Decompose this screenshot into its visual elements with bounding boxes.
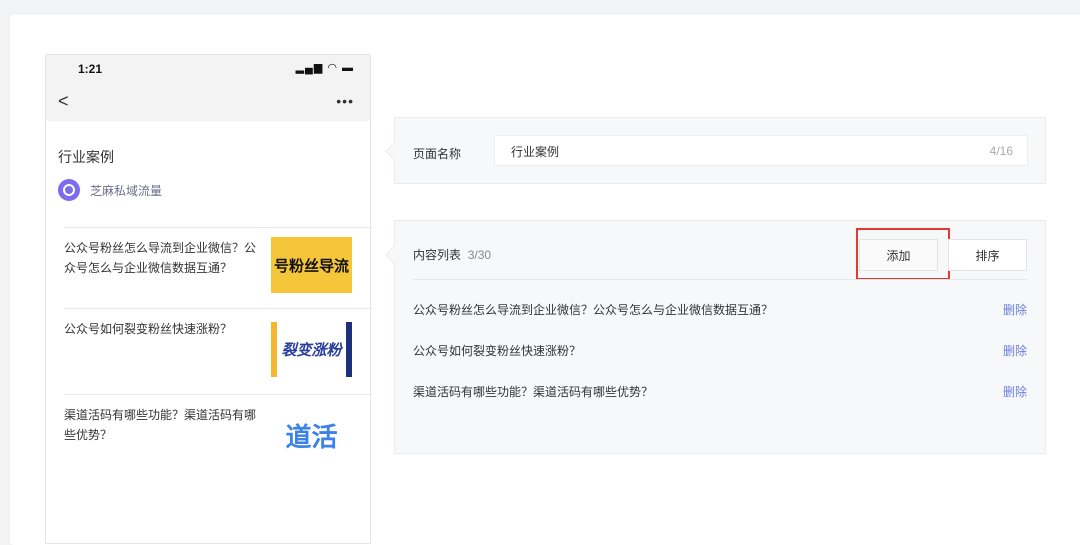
status-time: 1:21: [78, 62, 103, 76]
sort-button[interactable]: 排序: [948, 239, 1027, 271]
delete-link[interactable]: 删除: [1003, 342, 1027, 359]
page-name-panel: 页面名称 行业案例 4/16: [394, 117, 1046, 184]
page-name-input[interactable]: 行业案例 4/16: [494, 135, 1028, 166]
delete-link[interactable]: 删除: [1003, 383, 1027, 400]
avatar: [58, 179, 80, 201]
signal-wifi-battery-icon: ▂▄▆ ◠ ▬: [295, 62, 354, 74]
page-name-label: 页面名称: [413, 147, 462, 161]
list-item: 公众号如何裂变粉丝快速涨粉？ 删除: [413, 342, 1027, 359]
article-thumbnail: 裂变涨粉: [271, 322, 352, 377]
article-title: 渠道活码有哪些功能？渠道活码有哪些优势？: [64, 408, 257, 442]
article-thumbnail: 号粉丝导流: [271, 237, 352, 293]
article-title: 公众号粉丝怎么导流到企业微信？公众号怎么与企业微信数据互通？: [64, 241, 257, 275]
article-item[interactable]: 公众号粉丝怎么导流到企业微信？公众号怎么与企业微信数据互通？ 号粉丝导流: [64, 227, 372, 293]
more-icon[interactable]: •••: [336, 93, 354, 109]
back-icon[interactable]: <: [58, 91, 69, 112]
phone-status-bar: 1:21 ▂▄▆ ◠ ▬ < •••: [46, 55, 370, 121]
page-name-value: 行业案例: [511, 145, 560, 159]
list-item: 公众号粉丝怎么导流到企业微信？公众号怎么与企业微信数据互通？ 删除: [413, 301, 1027, 318]
author-name: 芝麻私域流量: [90, 183, 163, 198]
divider: [413, 279, 1027, 280]
article-item[interactable]: 渠道活码有哪些功能？渠道活码有哪些优势？ 道活: [64, 394, 372, 484]
content-list-panel: 内容列表 3/30 添加 排序 公众号粉丝怎么导流到企业微信？公众号怎么与企业微…: [394, 220, 1046, 454]
author: 芝麻私域流量: [58, 179, 162, 201]
article-title: 公众号如何裂变粉丝快速涨粉？: [64, 322, 233, 336]
list-item: 渠道活码有哪些功能？渠道活码有哪些优势？ 删除: [413, 383, 1027, 400]
article-thumbnail: 道活: [285, 421, 338, 452]
add-button[interactable]: 添加: [859, 239, 938, 271]
content-list-label: 内容列表 3/30: [413, 248, 492, 262]
preview-title: 行业案例: [58, 149, 114, 165]
char-count: 4/16: [989, 144, 1013, 158]
phone-preview: 1:21 ▂▄▆ ◠ ▬ < ••• 行业案例 芝麻私域流量 公众号粉丝怎么导流…: [45, 54, 372, 544]
content-count: 3/30: [467, 248, 492, 262]
delete-link[interactable]: 删除: [1003, 301, 1027, 318]
article-item[interactable]: 公众号如何裂变粉丝快速涨粉？ 裂变涨粉: [64, 308, 372, 394]
